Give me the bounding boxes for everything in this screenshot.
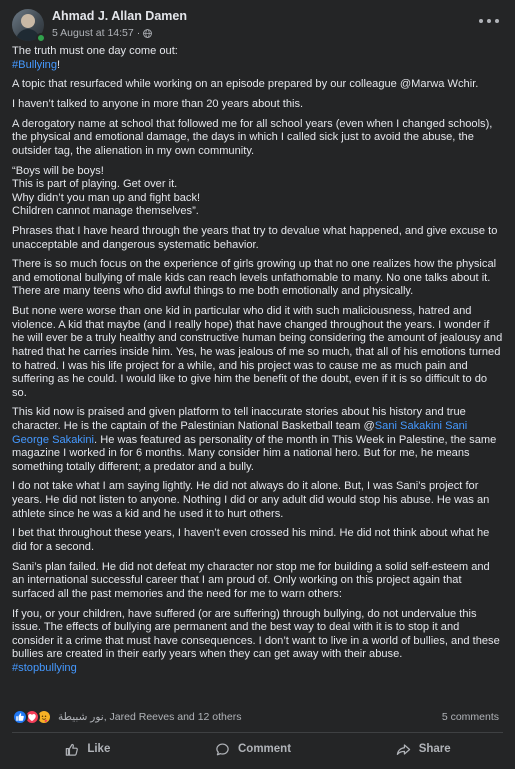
post-paragraph: I do not take what I am saying lightly. … — [12, 480, 490, 520]
post-body: The truth must one day come out: #Bullyin… — [12, 45, 504, 682]
post-header: Ahmad J. Allan Damen 5 August at 14:57 · — [12, 7, 503, 43]
comment-count[interactable]: 5 comments — [442, 711, 499, 723]
reaction-icons[interactable] — [12, 709, 52, 725]
author-name[interactable]: Ahmad J. Allan Damen — [52, 9, 187, 23]
divider — [12, 732, 503, 733]
bullying-hashtag-link[interactable]: #Bullying — [12, 59, 57, 71]
post-quote-paragraph: “Boys will be boys! This is part of play… — [12, 164, 201, 218]
share-label: Share — [418, 743, 451, 755]
post-paragraph: I haven’t talked to anyone in more than … — [12, 97, 304, 110]
like-label: Like — [87, 743, 111, 755]
thumbs-up-icon — [66, 743, 79, 756]
like-button[interactable]: Like — [52, 738, 122, 761]
post-paragraph: The truth must one day come out: #Bullyin… — [12, 45, 504, 72]
hashtag-suffix: ! — [57, 58, 61, 71]
post-paragraph: A derogatory name at school that followe… — [12, 117, 493, 157]
facebook-post: Ahmad J. Allan Damen 5 August at 14:57 ·… — [0, 0, 515, 769]
share-icon — [396, 743, 410, 755]
post-paragraph: There is so much focus on the experience… — [12, 258, 497, 284]
more-dot-icon — [495, 19, 499, 23]
post-paragraph: Phrases that I have heard through the ye… — [12, 225, 498, 251]
post-paragraph: Sani’s plan failed. He did not defeat my… — [12, 560, 490, 600]
post-paragraph: This kid now is praised and given platfo… — [12, 406, 504, 474]
reactions-summary: نور شبيطة, Jared Reeves and 12 others 5 … — [12, 709, 499, 725]
post-paragraph: If you, or your children, have suffered … — [12, 608, 504, 676]
share-button[interactable]: Share — [384, 738, 463, 761]
post-paragraph: A topic that resurfaced while working on… — [12, 78, 479, 91]
like-icon — [12, 709, 28, 725]
post-paragraph: But none were worse than one kid in part… — [12, 305, 503, 399]
globe-icon — [143, 28, 153, 38]
post-paragraph: I bet that throughout these years, I hav… — [12, 527, 490, 553]
post-paragraph: There are many teens who did awful thing… — [12, 285, 414, 298]
comment-button[interactable]: Comment — [203, 738, 303, 761]
more-dot-icon — [487, 19, 491, 23]
comment-label: Comment — [238, 743, 292, 755]
reaction-names[interactable]: نور شبيطة, Jared Reeves and 12 others — [58, 711, 442, 723]
meta-separator: · — [136, 27, 141, 39]
paragraph-text: If you, or your children, have suffered … — [12, 607, 500, 661]
more-options-button[interactable] — [479, 13, 499, 29]
paragraph-text: The truth must one day come out: — [12, 45, 178, 57]
post-action-bar: Like Comment Share — [12, 736, 503, 762]
post-meta: 5 August at 14:57 · — [52, 27, 153, 39]
post-date[interactable]: 5 August at 14:57 — [52, 27, 134, 39]
comment-icon — [216, 742, 229, 755]
more-dot-icon — [479, 19, 483, 23]
online-status-dot — [36, 33, 46, 43]
stopbullying-hashtag-link[interactable]: #stopbullying — [12, 662, 77, 674]
